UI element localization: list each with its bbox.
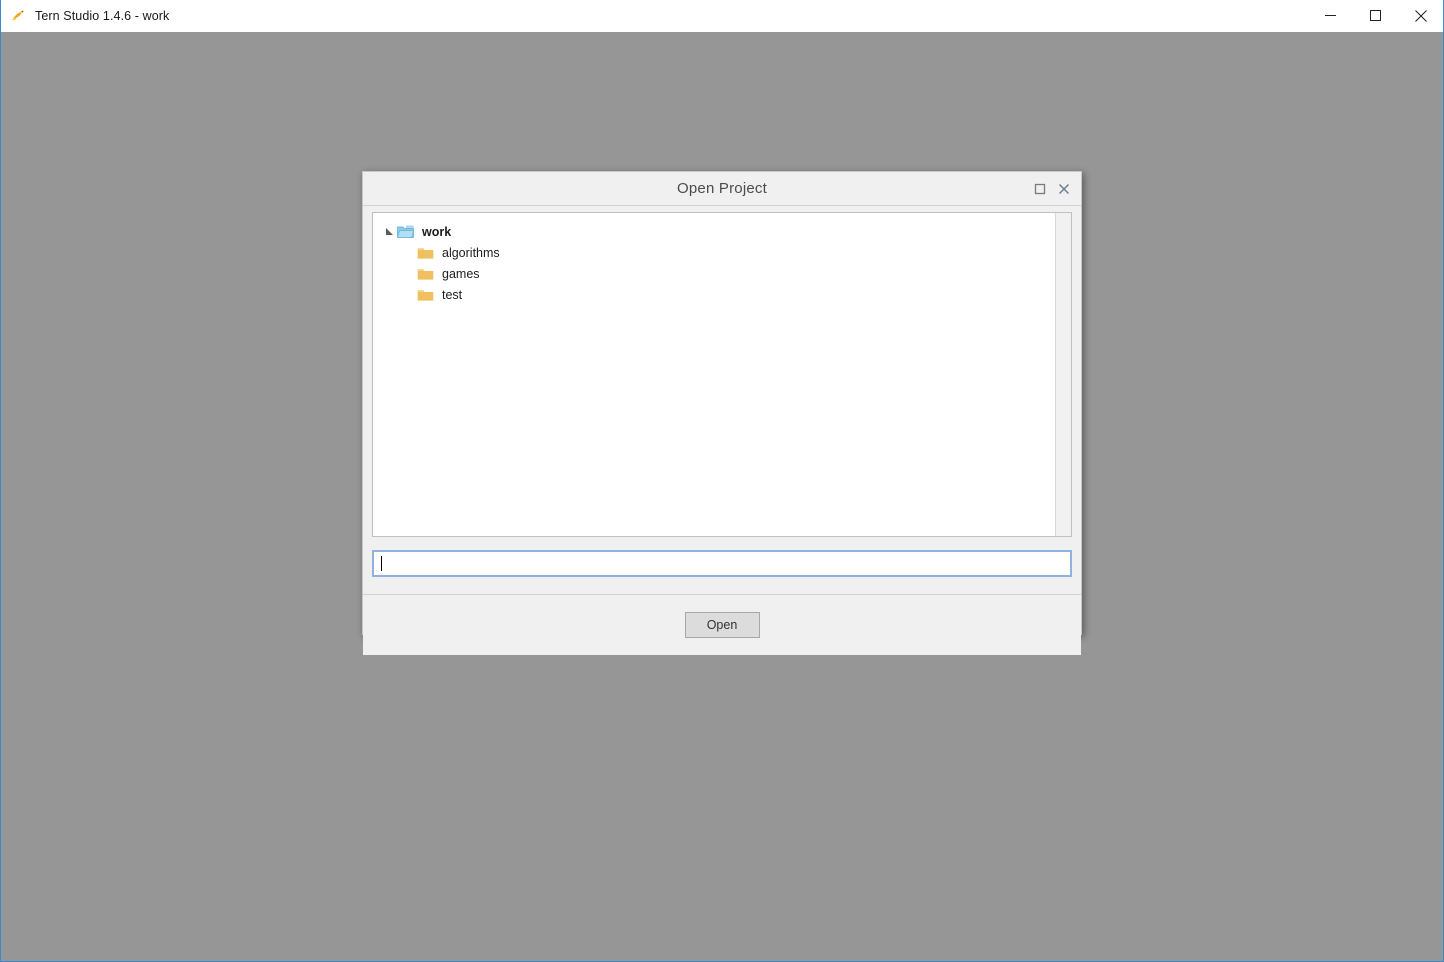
dialog-body: work algorithms games test (363, 206, 1081, 577)
dialog-close-button[interactable] (1056, 181, 1071, 196)
text-caret (381, 556, 382, 571)
tree-vertical-scrollbar[interactable] (1055, 213, 1071, 536)
open-project-dialog: Open Project work algorithms games test … (362, 171, 1082, 655)
tern-bird-icon (10, 7, 27, 24)
application-client-area: Open Project work algorithms games test … (1, 32, 1443, 961)
dialog-title: Open Project (677, 180, 767, 197)
dialog-maximize-button[interactable] (1032, 181, 1047, 196)
application-window: Tern Studio 1.4.6 - work Open Project wo… (0, 0, 1444, 962)
tree-item-label: test (442, 287, 463, 302)
tree-item-games[interactable]: games (373, 263, 1055, 284)
project-tree-panel[interactable]: work algorithms games test (372, 212, 1072, 537)
tree-item-label: work (422, 224, 452, 239)
tree-item-algorithms[interactable]: algorithms (373, 242, 1055, 263)
open-folder-icon (397, 225, 414, 239)
folder-icon (417, 267, 434, 281)
open-button[interactable]: Open (684, 612, 760, 638)
search-input[interactable] (379, 552, 1065, 575)
folder-icon (417, 288, 434, 302)
expanded-triangle-icon[interactable] (381, 227, 397, 236)
close-button[interactable] (1398, 0, 1443, 31)
dialog-window-controls (1032, 172, 1071, 205)
project-tree: work algorithms games test (373, 213, 1055, 536)
tree-item-label: games (442, 266, 480, 281)
project-path-field[interactable] (372, 550, 1072, 577)
folder-icon (417, 246, 434, 260)
tree-item-label: algorithms (442, 245, 500, 260)
dialog-titlebar: Open Project (363, 172, 1081, 206)
application-title: Tern Studio 1.4.6 - work (35, 8, 170, 23)
tree-item-test[interactable]: test (373, 284, 1055, 305)
maximize-button[interactable] (1353, 0, 1398, 31)
application-titlebar: Tern Studio 1.4.6 - work (1, 0, 1443, 32)
dialog-footer: Open (363, 594, 1081, 655)
minimize-button[interactable] (1308, 0, 1353, 31)
window-controls (1308, 0, 1443, 31)
titlebar-left-group: Tern Studio 1.4.6 - work (1, 7, 169, 24)
tree-item-work[interactable]: work (373, 221, 1055, 242)
